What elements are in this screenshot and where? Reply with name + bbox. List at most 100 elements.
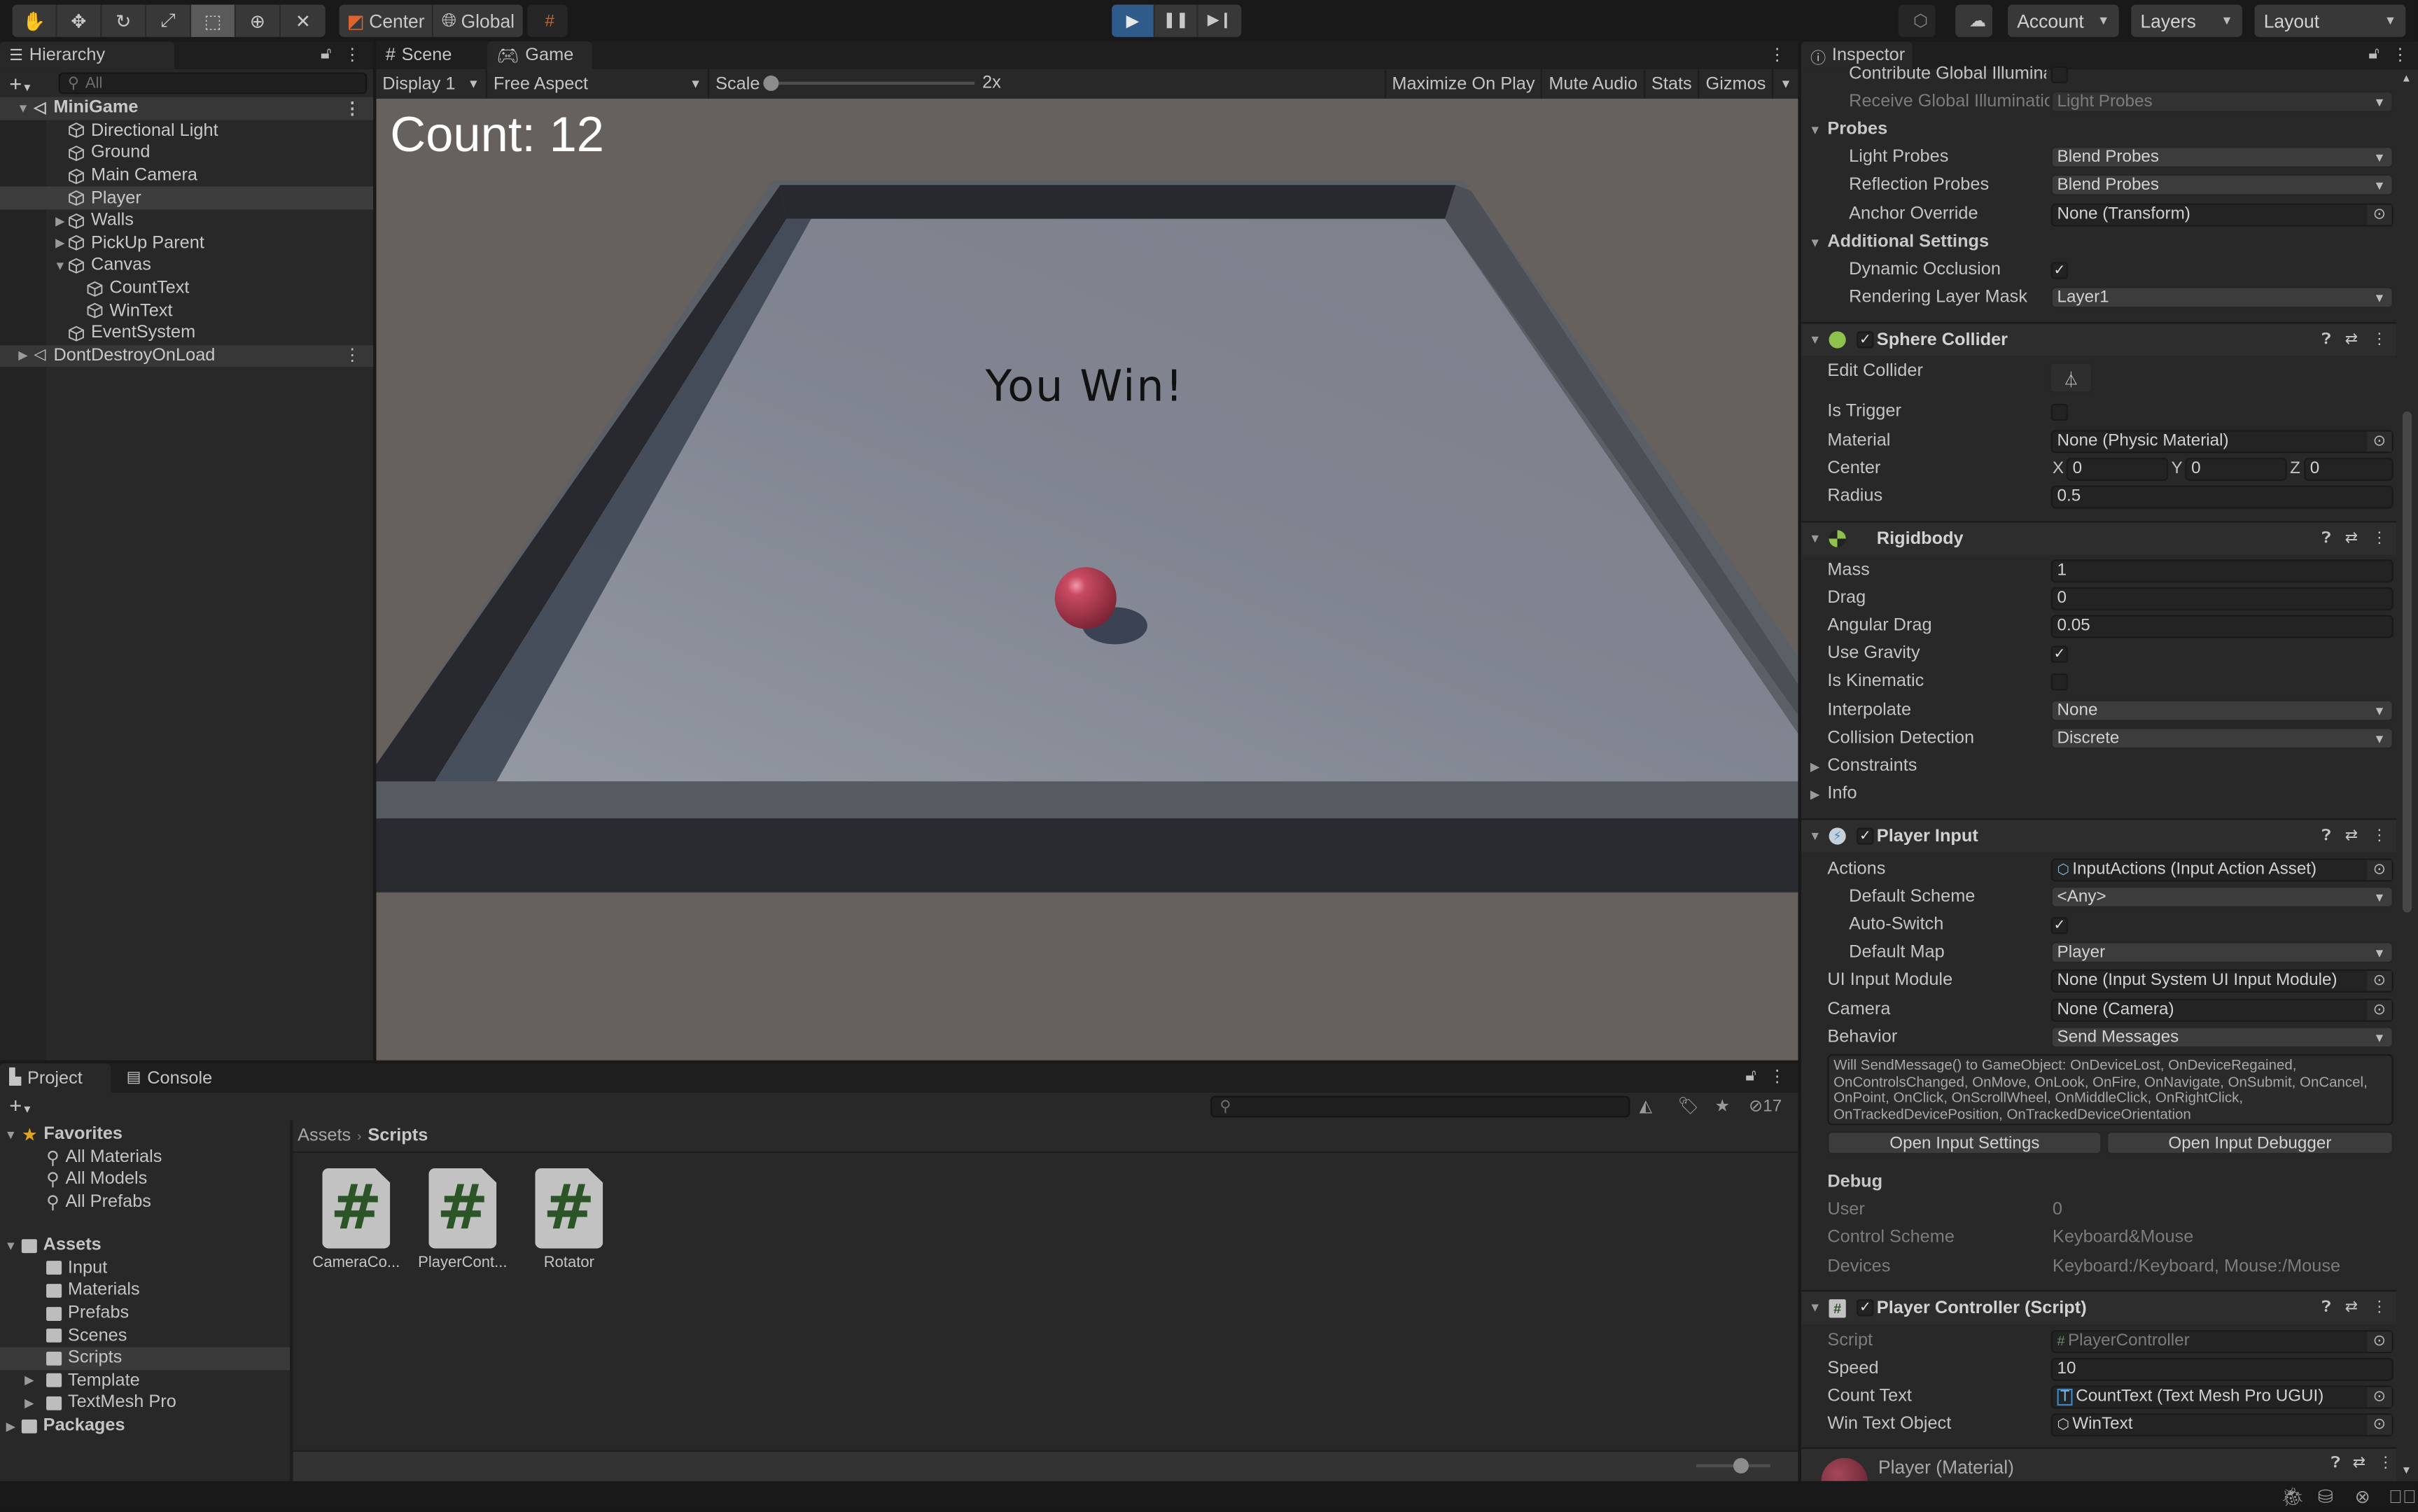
edit-collider-button[interactable]: ⏃: [2049, 362, 2093, 393]
kebab-menu-icon[interactable]: ⋮: [344, 98, 361, 118]
anchor-override-field[interactable]: None (Transform) ⊙: [2050, 202, 2393, 226]
default-map-dropdown[interactable]: Player ▼: [2050, 941, 2393, 964]
hierarchy-item[interactable]: WinText: [0, 300, 373, 322]
project-tree-item[interactable]: Prefabs: [0, 1302, 290, 1324]
project-tree-item[interactable]: ▶ Template: [0, 1370, 290, 1392]
expand-arrow-icon[interactable]: ▼: [3, 1128, 18, 1142]
lock-icon[interactable]: 🔓︎: [1745, 1067, 1756, 1087]
breadcrumb-assets[interactable]: Assets: [298, 1127, 351, 1145]
is-kinematic-checkbox[interactable]: [2050, 673, 2068, 690]
create-asset-button[interactable]: +▼: [9, 1093, 32, 1117]
kebab-menu-icon[interactable]: ⋮: [2372, 530, 2387, 547]
count-text-field[interactable]: T CountText (Text Mesh Pro UGUI) ⊙: [2050, 1385, 2393, 1408]
object-picker-icon[interactable]: ⊙: [2367, 1414, 2392, 1434]
project-tree-item[interactable]: ⚲ All Materials: [0, 1146, 290, 1168]
collapse-arrow-icon[interactable]: ▶: [53, 237, 68, 251]
center-y-field[interactable]: 0: [2185, 457, 2287, 481]
rect-tool-button[interactable]: ⬚: [191, 4, 237, 37]
debug-off-icon[interactable]: 🐞︎: [2281, 1486, 2305, 1508]
hierarchy-item[interactable]: CountText: [0, 277, 373, 300]
display-dropdown[interactable]: Display 1 ▼: [376, 69, 488, 99]
object-picker-icon[interactable]: ⊙: [2367, 859, 2392, 880]
use-gravity-checkbox[interactable]: ✓: [2050, 645, 2068, 662]
project-tree-item[interactable]: ▶ Packages: [0, 1415, 290, 1437]
player-input-header[interactable]: ▼ ⚡︎ ✓ Player Input ❓︎ ⇄ ⋮: [1801, 818, 2397, 853]
object-picker-icon[interactable]: ⊙: [2367, 204, 2392, 225]
project-tree-item[interactable]: Input: [0, 1257, 290, 1280]
physic-material-field[interactable]: None (Physic Material) ⊙: [2050, 429, 2393, 453]
presets-icon[interactable]: ⇄: [2345, 331, 2358, 348]
play-button[interactable]: ▶: [1112, 4, 1155, 37]
sphere-collider-enabled-checkbox[interactable]: ✓: [1857, 331, 1874, 349]
is-trigger-checkbox[interactable]: [2050, 402, 2068, 421]
mass-field[interactable]: 1: [2050, 559, 2393, 582]
project-tree-item[interactable]: Scenes: [0, 1324, 290, 1347]
project-tree-item[interactable]: ▼ Assets: [0, 1235, 290, 1257]
rigidbody-header[interactable]: ▼ Rigidbody ❓︎ ⇄ ⋮: [1801, 521, 2397, 555]
kebab-menu-icon[interactable]: ⋮: [344, 346, 361, 365]
auto-switch-checkbox[interactable]: ✓: [2050, 916, 2068, 934]
presets-icon[interactable]: ⇄: [2345, 827, 2358, 844]
script-asset[interactable]: # PlayerCont...: [417, 1168, 509, 1271]
hand-tool-button[interactable]: ✋: [13, 4, 57, 37]
angular-drag-field[interactable]: 0.05: [2050, 614, 2393, 638]
filter-by-label-icon[interactable]: 🏷︎: [1678, 1096, 1700, 1116]
receive-gi-dropdown[interactable]: Light Probes ▼: [2050, 91, 2393, 113]
kebab-menu-icon[interactable]: ⋮: [344, 45, 361, 64]
gizmos-toggle[interactable]: Gizmos: [1700, 69, 1774, 99]
center-x-field[interactable]: 0: [2066, 457, 2169, 481]
win-text-field[interactable]: ⬡ WinText ⊙: [2050, 1413, 2393, 1436]
default-scheme-dropdown[interactable]: <Any> ▼: [2050, 886, 2393, 909]
kebab-menu-icon[interactable]: ⋮: [2372, 331, 2387, 348]
collapse-arrow-icon[interactable]: ▶: [22, 1374, 37, 1388]
hierarchy-scene-row[interactable]: ▼ ◁ MiniGame ⋮: [0, 97, 374, 120]
sphere-collider-header[interactable]: ▼ ✓ Sphere Collider ❓︎ ⇄ ⋮: [1801, 322, 2397, 356]
constraints-foldout[interactable]: ▶ Constraints: [1801, 752, 2396, 780]
help-icon[interactable]: ❓︎: [2322, 827, 2331, 844]
expand-arrow-icon[interactable]: ▼: [53, 259, 68, 273]
collapse-arrow-icon[interactable]: ▶: [15, 349, 31, 363]
scale-tool-button[interactable]: ⤢: [146, 4, 192, 37]
kebab-menu-icon[interactable]: ⋮: [1769, 1067, 1786, 1086]
hierarchy-search-input[interactable]: ⚲ All: [58, 72, 368, 94]
additional-settings-section[interactable]: ▼ Additional Settings: [1801, 228, 2396, 256]
actions-field[interactable]: ⬡ InputActions (Input Action Asset) ⊙: [2050, 858, 2393, 881]
object-picker-icon[interactable]: ⊙: [2367, 1331, 2392, 1352]
filter-by-type-icon[interactable]: ◭: [1640, 1096, 1653, 1116]
expand-arrow-icon[interactable]: ▼: [15, 102, 31, 115]
dynamic-occlusion-checkbox[interactable]: ✓: [2050, 261, 2068, 279]
speed-field[interactable]: 10: [2050, 1357, 2393, 1380]
tab-console[interactable]: ▤ Console: [117, 1063, 228, 1093]
hidden-packages-toggle[interactable]: ⊘17: [1749, 1096, 1782, 1116]
open-input-debugger-button[interactable]: Open Input Debugger: [2106, 1131, 2393, 1155]
project-tree-item[interactable]: ▶ TextMesh Pro: [0, 1392, 290, 1415]
pivot-toggle[interactable]: ◩ Center: [340, 4, 434, 37]
help-icon[interactable]: ❓︎: [2322, 530, 2331, 547]
object-picker-icon[interactable]: ⊙: [2367, 1386, 2392, 1407]
open-input-settings-button[interactable]: Open Input Settings: [1827, 1131, 2102, 1155]
ui-input-module-field[interactable]: None (Input System UI Input Module) ⊙: [2050, 969, 2393, 993]
object-picker-icon[interactable]: ⊙: [2367, 970, 2392, 990]
expand-arrow-icon[interactable]: ▼: [3, 1239, 18, 1253]
scale-slider-track[interactable]: [771, 81, 975, 85]
favorite-star-icon[interactable]: ★: [1715, 1096, 1731, 1116]
tab-project[interactable]: ▙ Project: [0, 1063, 111, 1093]
kebab-menu-icon[interactable]: ⋮: [2372, 827, 2387, 844]
progress-check-icon[interactable]: ✓⃝: [2389, 1486, 2417, 1508]
grid-snap-button[interactable]: #: [527, 5, 567, 37]
help-icon[interactable]: ❓︎: [2322, 1299, 2331, 1316]
hierarchy-item[interactable]: Main Camera: [0, 164, 373, 187]
object-picker-icon[interactable]: ⊙: [2367, 430, 2392, 451]
contribute-gi-checkbox[interactable]: [2050, 65, 2068, 83]
layout-dropdown[interactable]: Layout ▼: [2254, 4, 2406, 37]
hierarchy-item[interactable]: Ground: [0, 142, 373, 164]
hierarchy-scene-row[interactable]: ▶ ◁ DontDestroyOnLoad ⋮: [0, 344, 374, 368]
script-field[interactable]: # PlayerController ⊙: [2050, 1329, 2393, 1353]
custom-tool-button[interactable]: ✕: [281, 5, 326, 37]
help-icon[interactable]: ❓︎: [2322, 331, 2331, 348]
interpolate-dropdown[interactable]: None ▼: [2050, 699, 2393, 722]
rotate-tool-button[interactable]: ↻: [102, 4, 147, 37]
hierarchy-item[interactable]: ▼ Canvas: [0, 255, 373, 277]
breadcrumb-scripts[interactable]: Scripts: [368, 1127, 428, 1145]
project-tree-item[interactable]: ⚲ All Prefabs: [0, 1191, 290, 1214]
